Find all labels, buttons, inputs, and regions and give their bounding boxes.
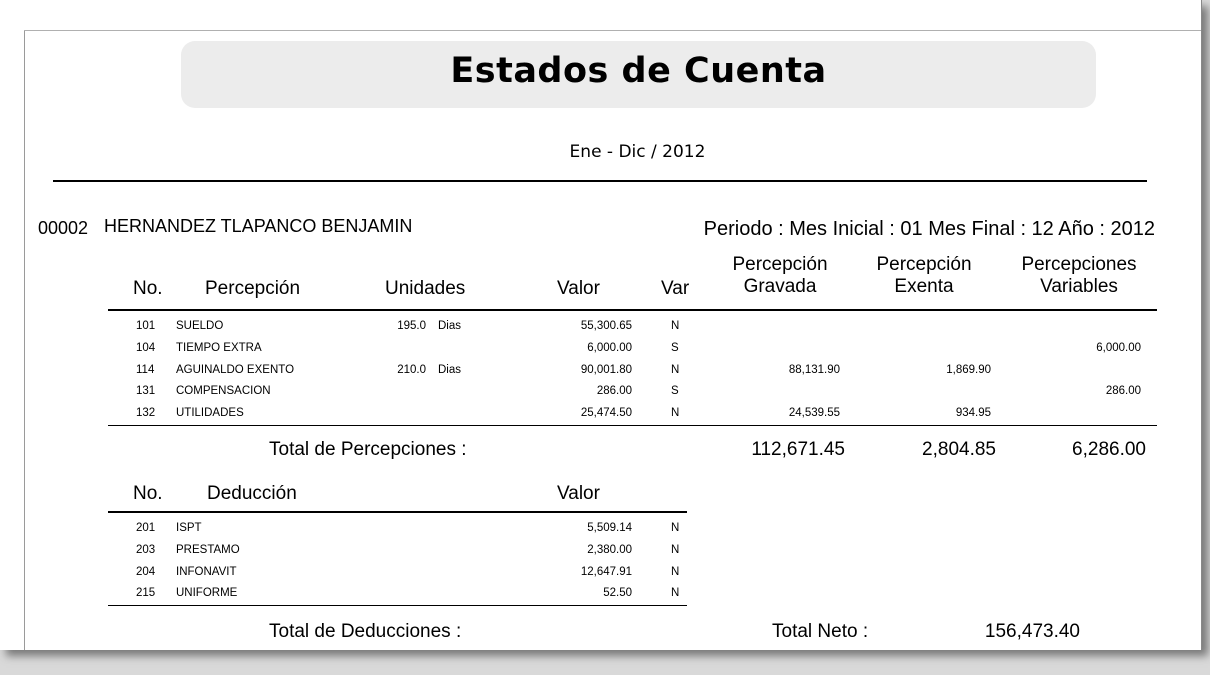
row-concept: PRESTAMO [176,544,240,556]
table-row: 104 TIEMPO EXTRA 6,000.00 S 6,000.00 [0,342,1202,362]
col-header-value: Valor [557,278,600,299]
row-var: N [671,587,680,599]
row-var: N [671,566,680,578]
table-row: 215 UNIFORME 52.50 N [0,587,1202,607]
table-row: 201 ISPT 5,509.14 N [0,522,1202,542]
row-value: 286.00 [596,385,632,397]
row-taxed: 88,131.90 [788,364,840,376]
row-concept: AGUINALDO EXENTO [176,364,295,376]
period-info: Periodo : Mes Inicial : 01 Mes Final : 1… [703,218,1155,240]
deduction-header-concept: Deducción [207,483,297,504]
total-exempt: 2,804.85 [922,439,996,460]
row-value: 2,380.00 [587,544,632,556]
table-row: 101 SUELDO 195.0 Dias 55,300.65 N [0,320,1202,340]
row-concept: TIEMPO EXTRA [176,342,262,354]
total-variable: 6,286.00 [1072,439,1146,460]
deductions-footer-rule [108,605,687,606]
row-concept: UTILIDADES [176,407,244,419]
row-units: 210.0 [397,364,426,376]
row-unit-type: Dias [438,364,462,376]
row-var: N [671,544,680,556]
row-value: 5,509.14 [587,522,632,534]
employee-name: HERNANDEZ TLAPANCO BENJAMIN [104,216,413,236]
row-value: 25,474.50 [580,407,632,419]
row-value: 6,000.00 [587,342,632,354]
total-taxed: 112,671.45 [751,439,845,460]
col-header-units: Unidades [385,278,466,299]
row-taxed: 24,539.55 [788,407,840,419]
table-row: 203 PRESTAMO 2,380.00 N [0,544,1202,564]
col-header-taxed-1: Percepción [732,254,828,275]
report-sheet: Estados de Cuenta Ene - Dic / 2012 00002… [0,0,1202,650]
employee-number: 00002 [38,218,89,238]
row-value: 90,001.80 [580,364,632,376]
col-header-exempt-2: Exenta [894,276,954,297]
row-concept: INFONAVIT [176,566,237,578]
row-value: 12,647.91 [580,566,632,578]
row-no: 101 [136,320,156,332]
row-var: N [671,407,680,419]
row-var: S [671,385,679,397]
table-row: 132 UTILIDADES 25,474.50 N 24,539.55 934… [0,407,1202,427]
net-total-value: 156,473.40 [984,621,1080,642]
row-no: 201 [136,522,156,534]
row-variable: 6,000.00 [1096,342,1141,354]
row-var: N [671,364,680,376]
col-header-exempt-1: Percepción [876,254,972,275]
row-no: 215 [136,587,156,599]
deductions-header-rule [108,511,687,513]
row-no: 203 [136,544,156,556]
row-concept: UNIFORME [176,587,238,599]
deduction-header-no: No. [133,483,163,504]
perceptions-footer-rule [108,425,1157,426]
header-divider [53,180,1147,182]
deduction-header-value: Valor [557,483,600,504]
row-no: 132 [136,407,156,419]
row-concept: COMPENSACION [176,385,271,397]
col-header-perception: Percepción [205,278,301,299]
col-header-var: Var [661,278,690,299]
table-row: 131 COMPENSACION 286.00 S 286.00 [0,385,1202,405]
sheet-top-border [24,30,1202,31]
row-exempt: 934.95 [955,407,991,419]
row-no: 204 [136,566,156,578]
row-concept: ISPT [176,522,202,534]
col-header-no: No. [133,278,163,299]
row-variable: 286.00 [1105,385,1141,397]
table-row: 114 AGUINALDO EXENTO 210.0 Dias 90,001.8… [0,364,1202,384]
row-no: 114 [136,364,155,376]
period-range: Ene - Dic / 2012 [569,142,706,162]
row-no: 131 [136,385,156,397]
perceptions-header-rule [108,309,1157,311]
col-header-variable-1: Percepciones [1021,254,1137,275]
row-concept: SUELDO [176,320,224,332]
col-header-variable-2: Variables [1040,276,1118,297]
row-value: 55,300.65 [580,320,632,332]
row-no: 104 [136,342,156,354]
col-header-taxed-2: Gravada [743,276,817,297]
total-perceptions-label: Total de Percepciones : [269,439,467,460]
report-title: Estados de Cuenta [450,51,827,91]
row-unit-type: Dias [438,320,462,332]
row-units: 195.0 [397,320,426,332]
row-exempt: 1,869.90 [946,364,991,376]
table-row: 204 INFONAVIT 12,647.91 N [0,566,1202,586]
net-total-label: Total Neto : [772,621,869,642]
row-var: N [671,320,680,332]
title-banner: Estados de Cuenta [181,41,1096,108]
row-value: 52.50 [603,587,632,599]
row-var: N [671,522,680,534]
row-var: S [671,342,679,354]
total-deductions-label: Total de Deducciones : [269,621,462,642]
